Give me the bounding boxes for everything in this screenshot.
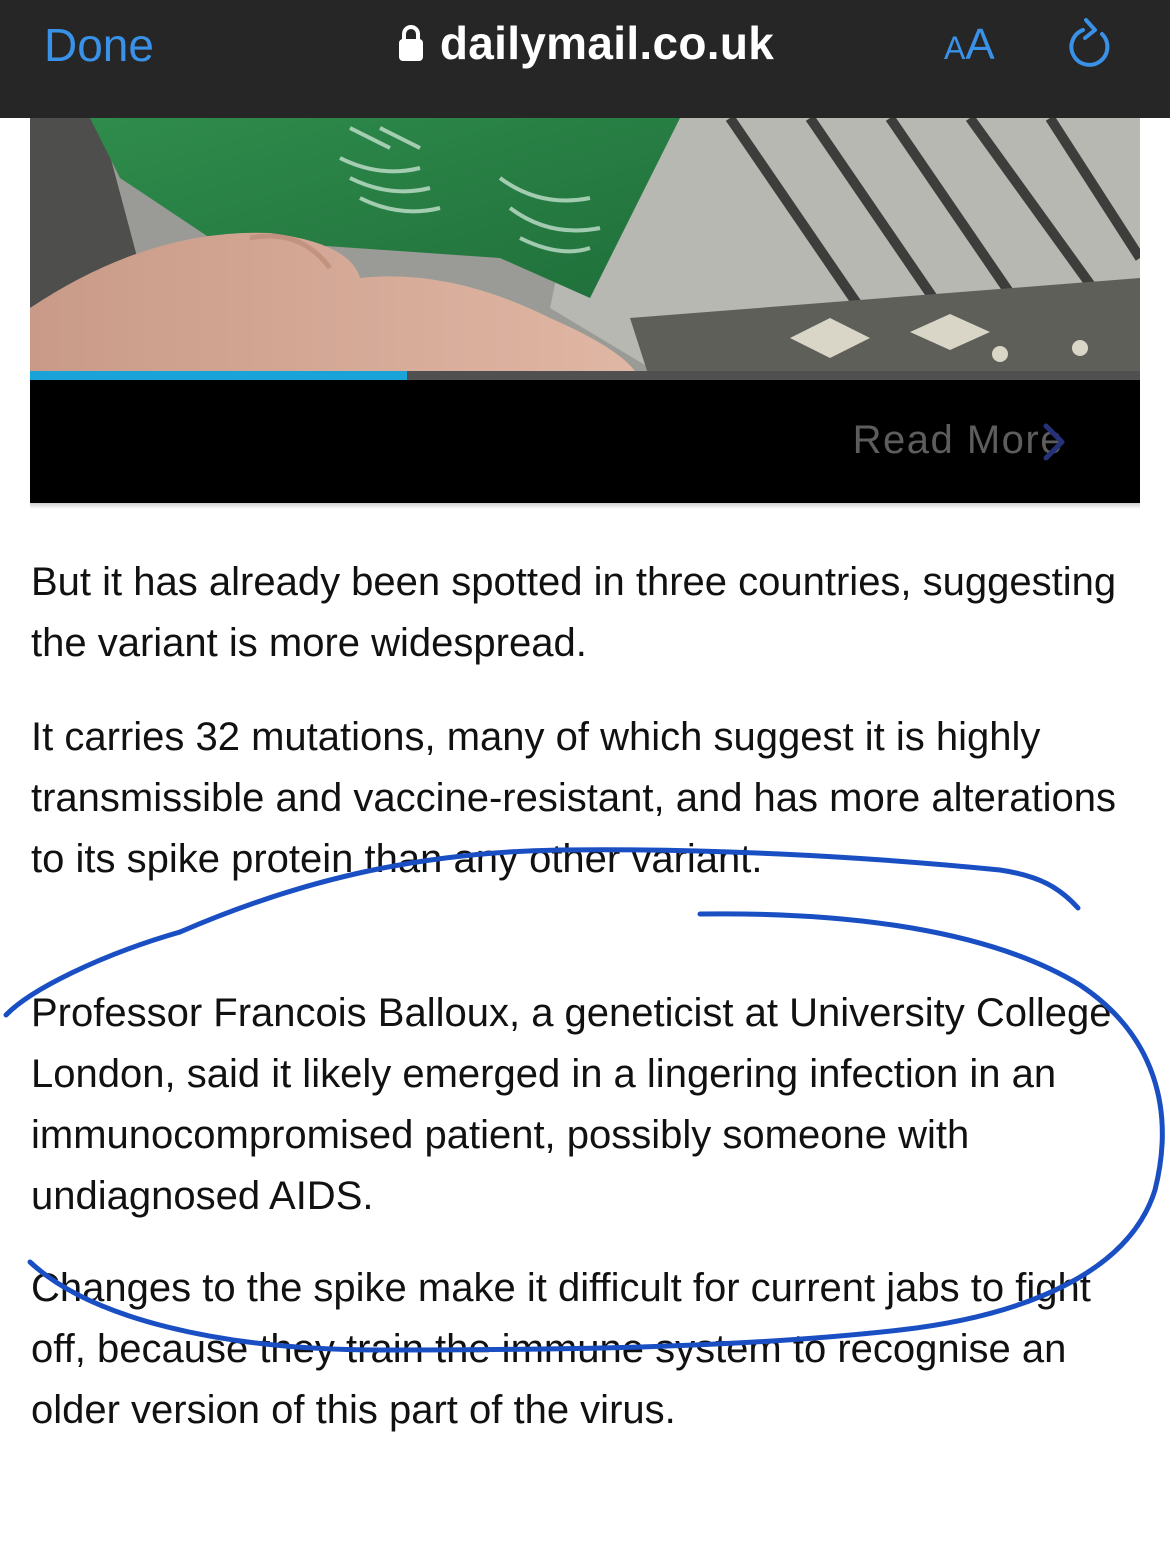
- video-progress-fill: [30, 371, 408, 380]
- video-thumbnail: [30, 118, 1140, 380]
- chevron-right-icon[interactable]: [1042, 422, 1066, 462]
- url-text: dailymail.co.uk: [439, 17, 775, 69]
- read-more-link[interactable]: Read More: [853, 418, 1064, 463]
- video-player[interactable]: Read More: [30, 118, 1140, 503]
- video-progress-bar[interactable]: [30, 371, 1140, 380]
- video-shadow: [30, 503, 1140, 509]
- browser-toolbar: Done dailymail.co.uk AA: [0, 0, 1170, 118]
- reload-icon[interactable]: [1064, 18, 1116, 74]
- text-size-large-label: A: [965, 20, 995, 69]
- video-footer: Read More: [30, 380, 1140, 503]
- lock-icon: [398, 25, 423, 61]
- article-paragraph: But it has already been spotted in three…: [31, 560, 1117, 665]
- article-paragraph: Professor Francois Balloux, a geneticist…: [31, 991, 1112, 1218]
- address-bar[interactable]: dailymail.co.uk: [396, 16, 774, 70]
- article-paragraph: Changes to the spike make it difficult f…: [31, 1266, 1091, 1432]
- text-size-button[interactable]: AA: [944, 20, 995, 70]
- done-button[interactable]: Done: [44, 18, 154, 72]
- article-paragraph: It carries 32 mutations, many of which s…: [31, 715, 1116, 881]
- text-size-small-label: A: [944, 30, 966, 66]
